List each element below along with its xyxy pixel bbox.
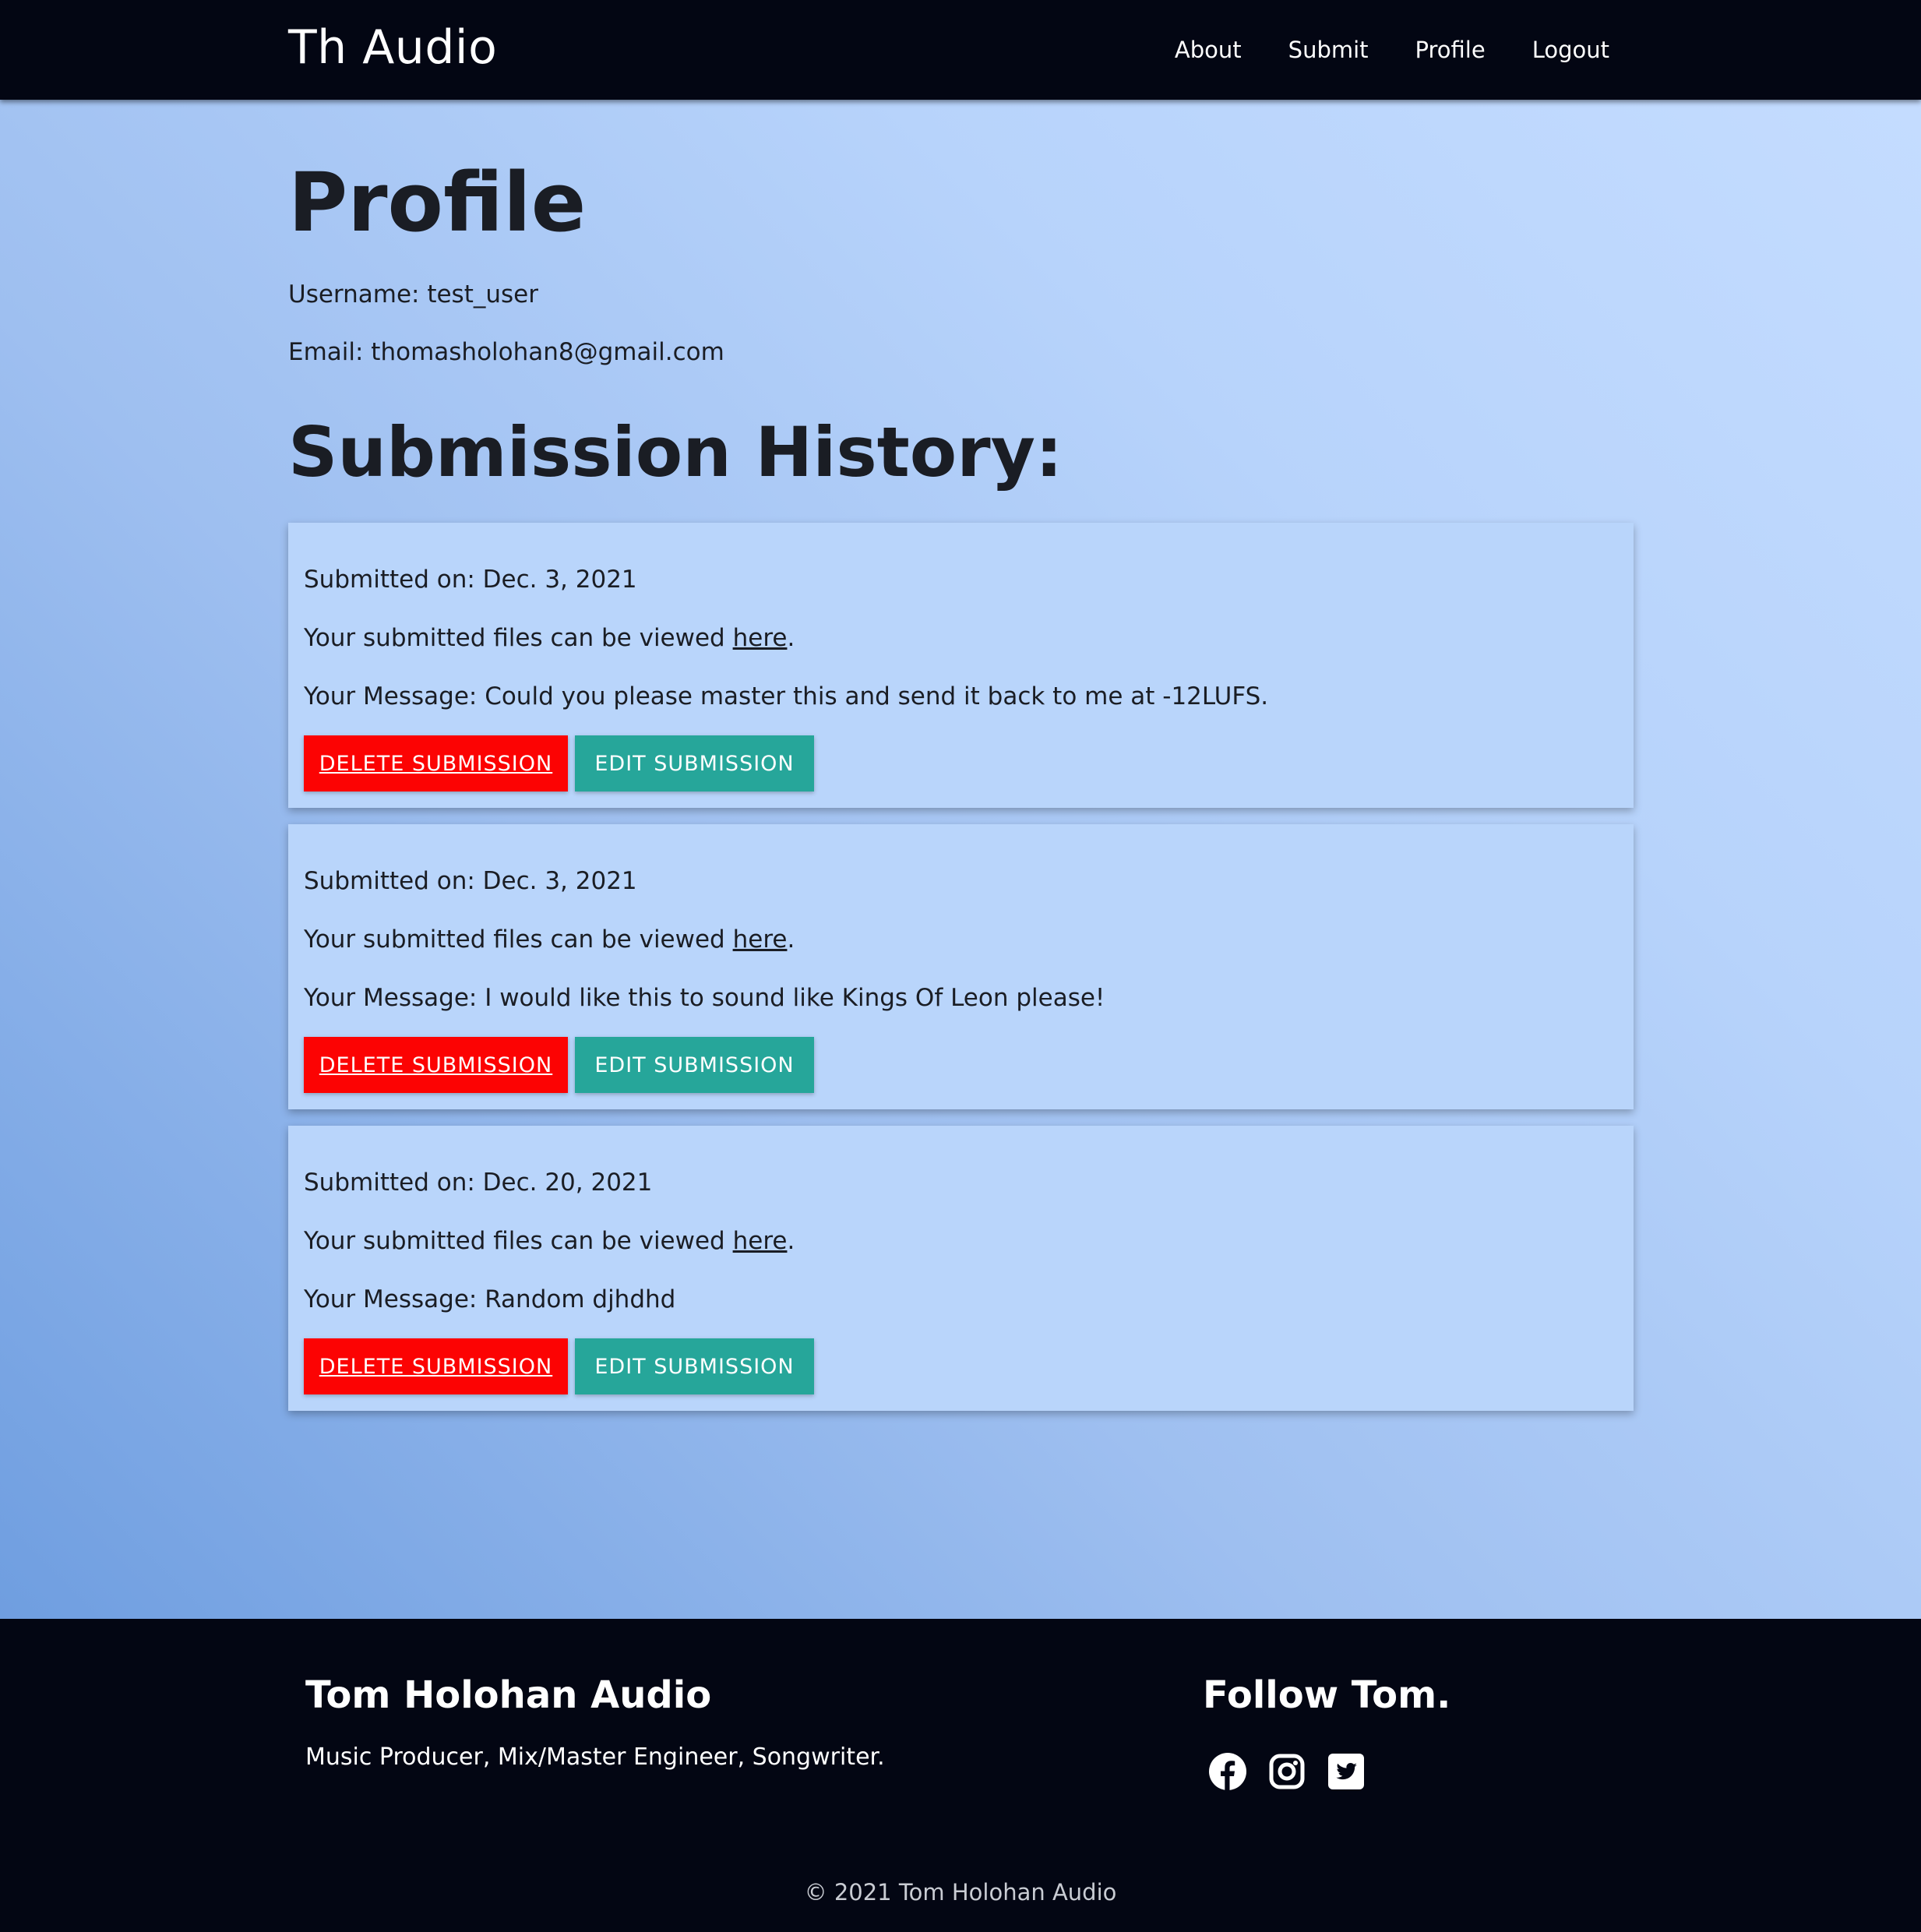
submission-card: Submitted on: Dec. 3, 2021 Your submitte… bbox=[288, 523, 1634, 808]
files-text-suffix: . bbox=[787, 624, 795, 652]
footer-tagline: Music Producer, Mix/Master Engineer, Son… bbox=[305, 1743, 885, 1771]
submission-message: Your Message: Random djhdhd bbox=[304, 1285, 676, 1313]
submission-date: Submitted on: Dec. 3, 2021 bbox=[304, 566, 637, 594]
email-text: Email: thomasholohan8@gmail.com bbox=[288, 338, 724, 366]
instagram-icon[interactable] bbox=[1267, 1751, 1307, 1792]
submission-date: Submitted on: Dec. 3, 2021 bbox=[304, 867, 637, 895]
footer-title: Tom Holohan Audio bbox=[305, 1673, 712, 1717]
follow-title: Follow Tom. bbox=[1203, 1673, 1451, 1717]
nav-links: About Submit Profile Logout bbox=[1175, 0, 1609, 100]
files-text-prefix: Your submitted files can be viewed bbox=[304, 925, 733, 954]
copyright-text: © 2021 Tom Holohan Audio bbox=[804, 1879, 1117, 1906]
nav-link-submit[interactable]: Submit bbox=[1288, 37, 1369, 63]
delete-submission-button[interactable]: DELETE SUBMISSION bbox=[304, 1338, 568, 1394]
submission-files-text: Your submitted files can be viewed here. bbox=[304, 1227, 795, 1255]
files-text-prefix: Your submitted files can be viewed bbox=[304, 1227, 733, 1255]
nav-link-profile[interactable]: Profile bbox=[1415, 37, 1486, 63]
social-links bbox=[1207, 1751, 1366, 1792]
facebook-icon[interactable] bbox=[1207, 1751, 1248, 1792]
files-text-suffix: . bbox=[787, 925, 795, 954]
submission-date: Submitted on: Dec. 20, 2021 bbox=[304, 1169, 653, 1197]
nav-link-about[interactable]: About bbox=[1175, 37, 1242, 63]
submission-files-text: Your submitted files can be viewed here. bbox=[304, 624, 795, 652]
nav-link-logout[interactable]: Logout bbox=[1532, 37, 1609, 63]
page-title: Profile bbox=[288, 155, 587, 250]
edit-submission-button[interactable]: EDIT SUBMISSION bbox=[575, 735, 814, 791]
view-files-link[interactable]: here bbox=[733, 1227, 788, 1255]
submission-card: Submitted on: Dec. 3, 2021 Your submitte… bbox=[288, 824, 1634, 1109]
files-text-suffix: . bbox=[787, 1227, 795, 1255]
submission-message: Your Message: Could you please master th… bbox=[304, 682, 1269, 710]
delete-submission-button[interactable]: DELETE SUBMISSION bbox=[304, 1037, 568, 1093]
brand-logo[interactable]: Th Audio bbox=[288, 20, 497, 75]
view-files-link[interactable]: here bbox=[733, 925, 788, 954]
edit-submission-button[interactable]: EDIT SUBMISSION bbox=[575, 1338, 814, 1394]
twitter-icon[interactable] bbox=[1326, 1751, 1366, 1792]
username-text: Username: test_user bbox=[288, 280, 538, 308]
submission-card: Submitted on: Dec. 20, 2021 Your submitt… bbox=[288, 1126, 1634, 1411]
footer: Tom Holohan Audio Music Producer, Mix/Ma… bbox=[0, 1619, 1921, 1932]
edit-submission-button[interactable]: EDIT SUBMISSION bbox=[575, 1037, 814, 1093]
navbar: Th Audio About Submit Profile Logout bbox=[0, 0, 1921, 100]
files-text-prefix: Your submitted files can be viewed bbox=[304, 624, 733, 652]
submission-files-text: Your submitted files can be viewed here. bbox=[304, 925, 795, 954]
view-files-link[interactable]: here bbox=[733, 624, 788, 652]
submission-message: Your Message: I would like this to sound… bbox=[304, 984, 1105, 1012]
main-content: Profile Username: test_user Email: thoma… bbox=[0, 100, 1921, 1619]
delete-submission-button[interactable]: DELETE SUBMISSION bbox=[304, 735, 568, 791]
submission-history-title: Submission History: bbox=[288, 412, 1063, 492]
